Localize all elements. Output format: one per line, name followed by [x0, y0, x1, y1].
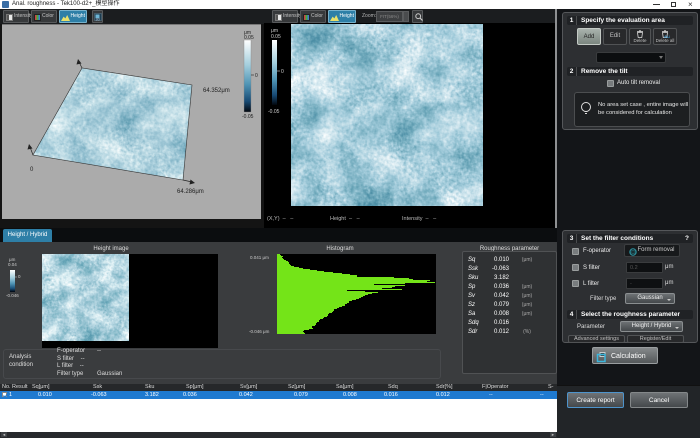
svg-text:0: 0: [255, 73, 258, 79]
svg-text:0.05: 0.05: [271, 34, 281, 40]
svg-text:-0.05: -0.05: [268, 109, 280, 115]
svg-text:-0.046: -0.046: [6, 293, 19, 298]
svg-text:64.352μm: 64.352μm: [203, 88, 230, 94]
svg-text:0.04: 0.04: [8, 262, 17, 267]
svg-text:-0.05: -0.05: [242, 114, 254, 120]
svg-text:0: 0: [281, 69, 284, 75]
svg-text:0: 0: [30, 167, 34, 173]
svg-text:0: 0: [18, 274, 21, 279]
svg-text:0.05: 0.05: [244, 35, 254, 41]
svg-text:64.286μm: 64.286μm: [177, 189, 204, 195]
svg-text:3D: 3D: [96, 17, 101, 21]
